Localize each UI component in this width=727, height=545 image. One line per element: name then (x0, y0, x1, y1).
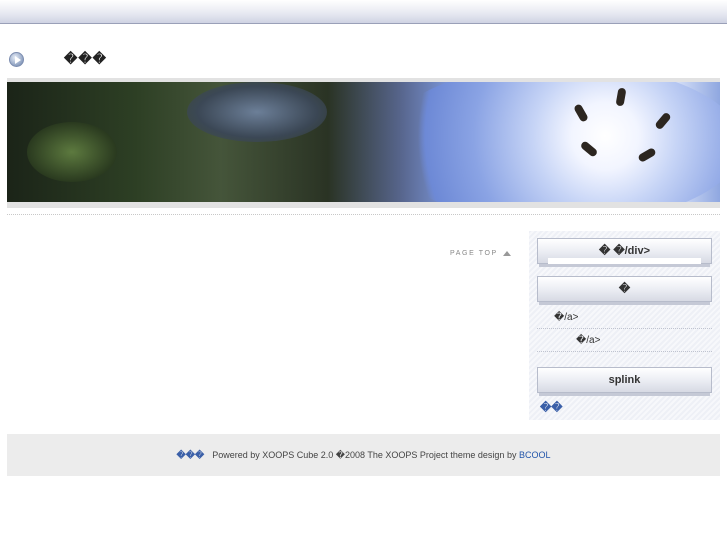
footer: ��� Powered by XOOPS Cube 2.0 �2008 The X… (7, 434, 720, 476)
sidebar-text[interactable]: �� (540, 401, 563, 414)
sidebar-link[interactable]: �/a> (537, 307, 712, 329)
block-title-label: � �/div> (599, 245, 650, 257)
sidebar: � �/div> � �/a> �/a> splink �� (529, 231, 720, 420)
site-title[interactable]: ��� (64, 51, 107, 67)
footer-powered-text: Powered by XOOPS Cube 2.0 �2008 The XOOP… (212, 450, 519, 460)
page-top-label[interactable]: PAGE TOP (450, 250, 498, 257)
block-title-strip (548, 258, 701, 264)
sidebar-block-title[interactable]: splink (537, 367, 712, 396)
divider (7, 214, 720, 215)
banner-image (7, 82, 720, 202)
site-header: ��� (9, 50, 107, 68)
sidebar-block-title[interactable]: � �/div> (537, 238, 712, 267)
arrow-up-icon[interactable] (502, 251, 511, 256)
banner-blur (27, 122, 117, 182)
page-top-link[interactable]: PAGE TOP (450, 250, 511, 257)
block-title-label: splink (608, 374, 641, 386)
footer-theme-link[interactable]: BCOOL (519, 450, 551, 460)
footer-site-name[interactable]: ��� (177, 450, 205, 460)
banner-blur (187, 82, 327, 142)
play-icon[interactable] (9, 51, 24, 67)
block-title-label: � (618, 283, 631, 295)
top-bar (0, 0, 727, 24)
flower-shape (382, 82, 720, 202)
sidebar-link[interactable]: �/a> (537, 330, 712, 352)
sidebar-block-title[interactable]: � (537, 276, 712, 305)
